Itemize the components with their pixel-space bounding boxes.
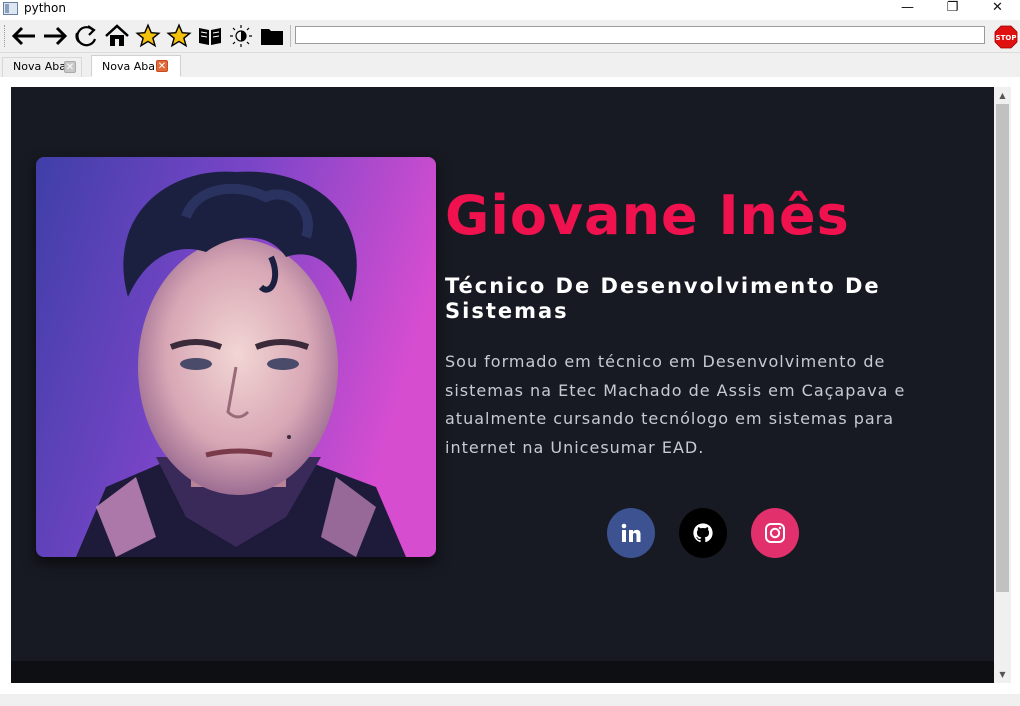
stop-icon[interactable]: STOP <box>994 25 1018 49</box>
tab-nova-aba-1[interactable]: Nova Aba ✕ <box>2 57 82 77</box>
app-icon <box>3 2 18 15</box>
title-bar: python — ❐ ✕ <box>0 0 1020 20</box>
tab-label: Nova Aba <box>13 60 66 73</box>
page-footer <box>11 661 994 683</box>
vertical-scrollbar[interactable]: ▲ ▼ <box>994 87 1011 683</box>
back-arrow-icon[interactable] <box>10 23 38 49</box>
toolbar: STOP <box>0 20 1020 53</box>
tab-close-icon[interactable]: ✕ <box>64 61 76 73</box>
github-icon[interactable] <box>679 508 727 558</box>
profile-portrait <box>36 157 436 557</box>
tab-nova-aba-2[interactable]: Nova Aba ✕ <box>91 55 181 77</box>
browser-content: Giovane Inês Técnico De Desenvolvimento … <box>0 77 1020 694</box>
instagram-icon[interactable] <box>751 508 799 558</box>
home-icon[interactable] <box>103 23 131 49</box>
scroll-up-arrow-icon[interactable]: ▲ <box>994 87 1011 104</box>
profile-name: Giovane Inês <box>445 184 850 247</box>
tab-label: Nova Aba <box>102 60 155 73</box>
brightness-icon[interactable] <box>227 23 255 49</box>
profile-role: Técnico De Desenvolvimento De Sistemas <box>445 274 881 323</box>
web-page: Giovane Inês Técnico De Desenvolvimento … <box>11 87 994 683</box>
toolbar-separator <box>290 25 291 47</box>
status-bar <box>0 694 1020 706</box>
tab-bar: Nova Aba ✕ Nova Aba ✕ <box>0 53 1020 78</box>
maximize-button[interactable]: ❐ <box>930 0 975 20</box>
toolbar-grip <box>4 25 8 47</box>
star-icon[interactable] <box>134 23 162 49</box>
scroll-down-arrow-icon[interactable]: ▼ <box>994 666 1011 683</box>
close-button[interactable]: ✕ <box>975 0 1020 20</box>
minimize-button[interactable]: — <box>885 0 930 20</box>
star-icon[interactable] <box>165 23 193 49</box>
forward-arrow-icon[interactable] <box>41 23 69 49</box>
profile-bio: Sou formado em técnico em Desenvolviment… <box>445 352 906 457</box>
scroll-thumb[interactable] <box>996 104 1009 592</box>
url-input[interactable] <box>295 26 985 44</box>
linkedin-icon[interactable] <box>607 508 655 558</box>
stop-label: STOP <box>996 34 1017 42</box>
tab-close-icon[interactable]: ✕ <box>156 60 168 72</box>
window-title: python <box>24 1 66 15</box>
folder-icon[interactable] <box>258 23 286 49</box>
reload-icon[interactable] <box>72 23 100 49</box>
book-icon[interactable] <box>196 23 224 49</box>
